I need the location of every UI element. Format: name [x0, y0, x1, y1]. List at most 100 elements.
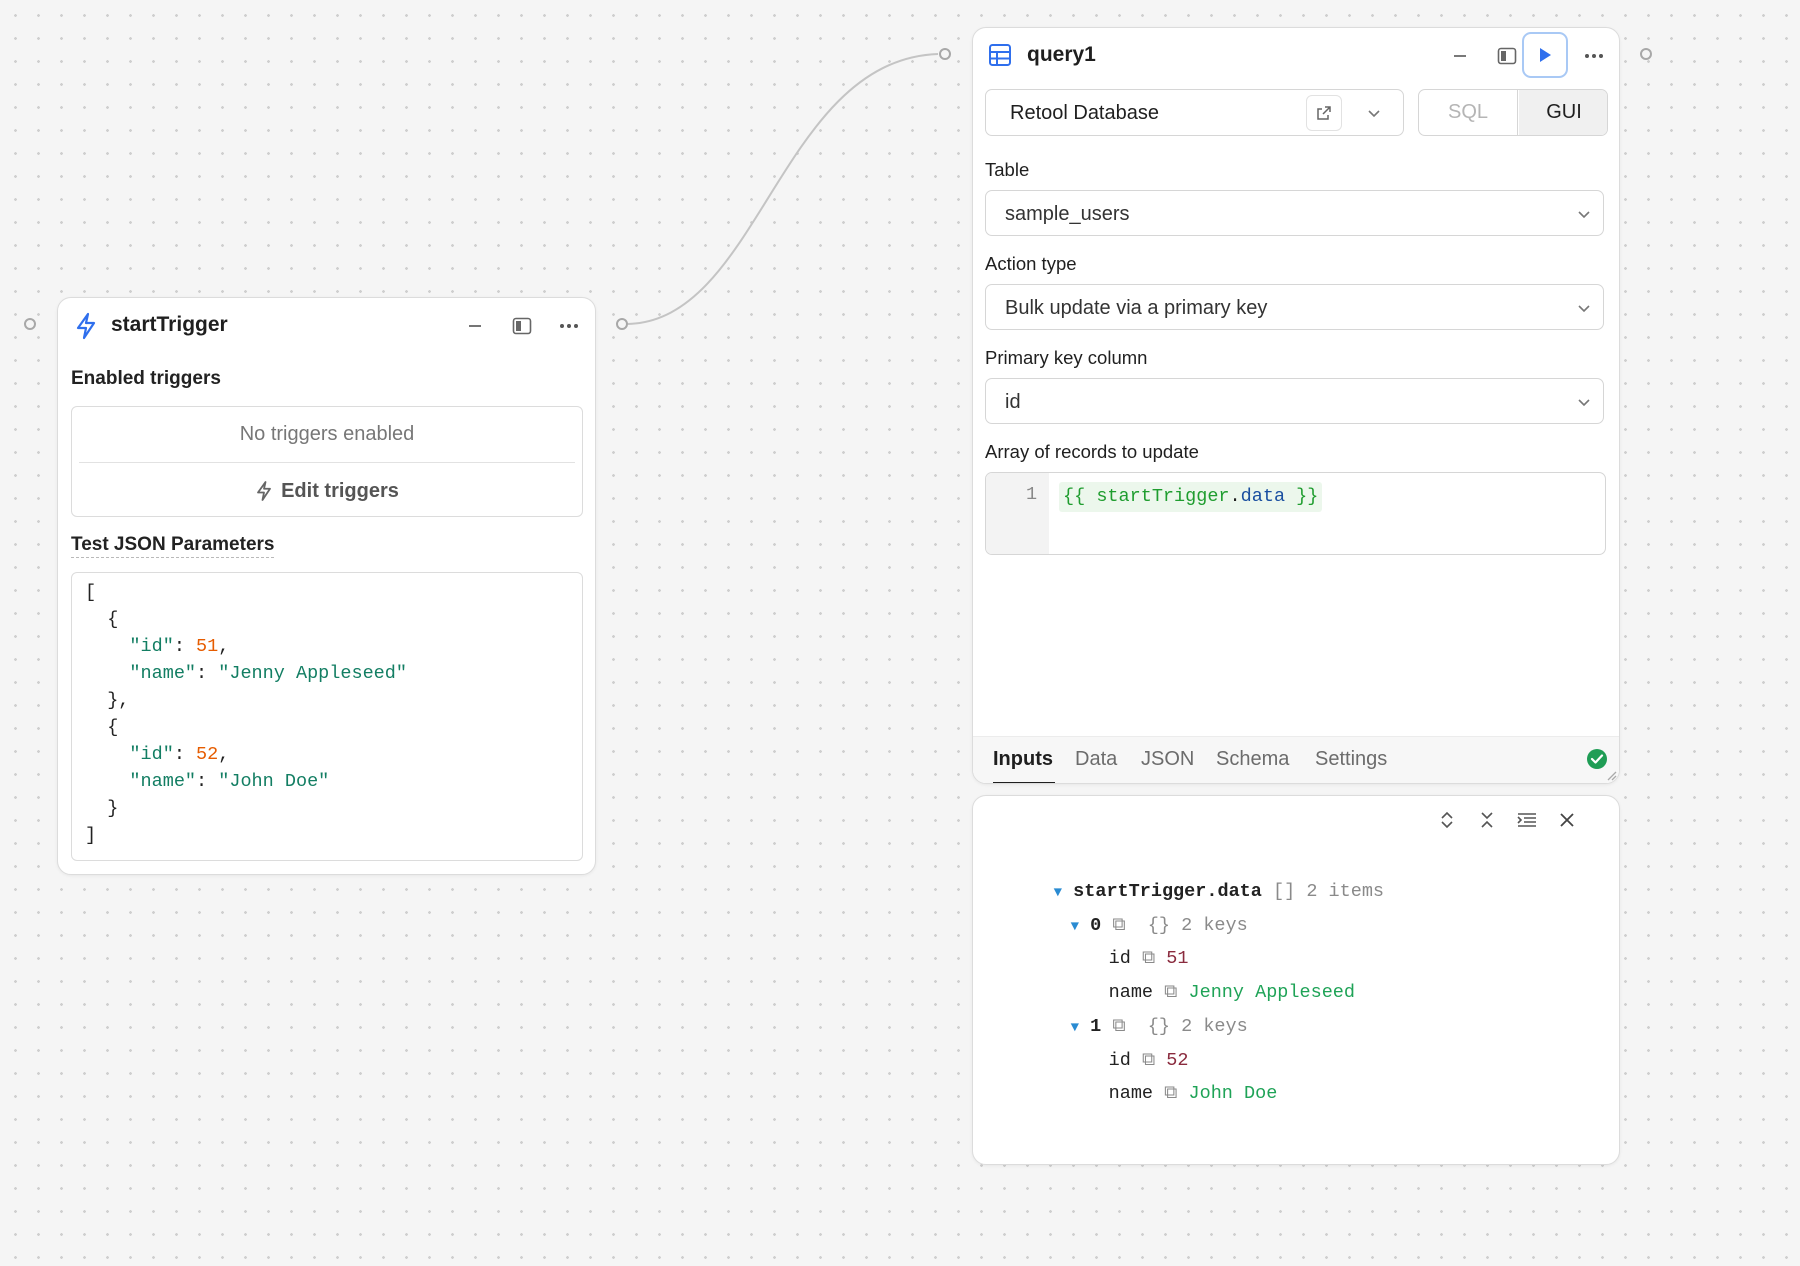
query-input-port[interactable] — [939, 48, 951, 60]
json-code-line: "id": 52, — [85, 741, 407, 768]
mode-gui-label: GUI — [1546, 101, 1582, 123]
json-token: ] — [85, 825, 97, 846]
edit-triggers-label: Edit triggers — [281, 479, 399, 502]
tree-item-row[interactable]: ▼ 0 ⧉ {} 2 keys — [1004, 887, 1248, 936]
line-gutter — [986, 473, 1049, 554]
table-icon — [988, 43, 1012, 72]
json-token: [ — [85, 582, 97, 603]
item-count: 2 keys — [1181, 915, 1248, 936]
toggle-panel-button[interactable] — [1491, 40, 1523, 72]
mode-gui-button[interactable]: GUI — [1519, 90, 1607, 135]
minimize-button[interactable] — [1444, 40, 1476, 72]
start-trigger-block[interactable]: startTrigger Enabled triggers No trigger… — [57, 297, 596, 875]
data-tree: ▼ startTrigger.data [] 2 items ▼ 0 ⧉ {} … — [973, 796, 1619, 1164]
mode-sql-button[interactable]: SQL — [1419, 90, 1518, 135]
root-type: [] — [1272, 881, 1296, 902]
primary-key-select[interactable]: id — [985, 378, 1604, 424]
json-code-line: "name": "John Doe" — [85, 768, 407, 795]
panel-icon — [1497, 47, 1517, 65]
enabled-triggers-label: Enabled triggers — [71, 368, 221, 389]
no-triggers-text: No triggers enabled — [239, 423, 415, 445]
json-token: 52 — [196, 744, 219, 765]
panel-icon — [512, 317, 532, 335]
play-icon — [1540, 48, 1551, 62]
json-code-line: { — [85, 714, 407, 741]
run-query-button[interactable] — [1522, 32, 1568, 78]
chevron-down-icon — [1368, 110, 1380, 118]
json-code-line: [ — [85, 579, 407, 606]
json-token: 51 — [196, 636, 219, 657]
json-token: "id" — [85, 744, 174, 765]
primary-key-value: id — [1005, 391, 1021, 413]
table-label: Table — [985, 159, 1030, 180]
block-title[interactable]: query1 — [1027, 43, 1096, 67]
trigger-output-port[interactable] — [616, 318, 628, 330]
root-count: 2 items — [1306, 881, 1385, 902]
resource-name: Retool Database — [1010, 102, 1159, 124]
leaf-value: John Doe — [1188, 1083, 1278, 1104]
tab-schema[interactable]: Schema — [1216, 748, 1289, 771]
inputs-inspector-panel: ▼ startTrigger.data [] 2 items ▼ 0 ⧉ {} … — [972, 795, 1620, 1165]
resize-handle-icon[interactable] — [1605, 769, 1617, 781]
json-token: "John Doe" — [218, 771, 330, 792]
mode-toggle: SQL GUI — [1418, 89, 1608, 136]
lightning-icon — [257, 481, 271, 501]
json-token: "name" — [85, 663, 197, 684]
chevron-down-icon — [1578, 305, 1590, 313]
json-code-line: "name": "Jenny Appleseed" — [85, 660, 407, 687]
tab-data[interactable]: Data — [1075, 748, 1117, 771]
chevron-down-icon — [1578, 399, 1590, 407]
minimize-button[interactable] — [459, 310, 491, 342]
query-output-port[interactable] — [1640, 48, 1652, 60]
more-options-button[interactable] — [1578, 40, 1610, 72]
tree-leaf-row[interactable]: id ⧉ 52 — [1042, 1022, 1189, 1071]
tree-leaf-row[interactable]: id ⧉ 51 — [1042, 920, 1189, 969]
records-editor[interactable]: 1 {{ startTrigger.data }} — [985, 472, 1606, 555]
table-select[interactable]: sample_users — [985, 190, 1604, 236]
test-json-editor[interactable]: [ { "id": 51, "name": "Jenny Appleseed" … — [71, 572, 583, 861]
tree-item-row[interactable]: ▼ 1 ⧉ {} 2 keys — [1004, 988, 1248, 1037]
action-type-select[interactable]: Bulk update via a primary key — [985, 284, 1604, 330]
json-code[interactable]: [ { "id": 51, "name": "Jenny Appleseed" … — [85, 579, 407, 849]
toggle-panel-button[interactable] — [506, 310, 538, 342]
json-token: }, — [85, 690, 130, 711]
brace-close: }} — [1285, 486, 1319, 507]
expression-object: startTrigger — [1096, 486, 1230, 507]
json-token: : — [196, 771, 219, 792]
json-token: { — [85, 717, 119, 738]
leaf-key: name — [1108, 1083, 1154, 1104]
external-link-icon — [1317, 106, 1331, 120]
json-token: : — [196, 663, 219, 684]
json-token: "Jenny Appleseed" — [218, 663, 407, 684]
minus-icon — [1454, 55, 1466, 57]
resource-selector[interactable]: Retool Database — [985, 89, 1404, 136]
ellipsis-icon — [1585, 54, 1603, 58]
json-token: } — [85, 798, 119, 819]
brace-open: {{ — [1063, 486, 1097, 507]
records-label: Array of records to update — [985, 441, 1199, 462]
json-code-line: }, — [85, 687, 407, 714]
line-number: 1 — [1026, 484, 1038, 505]
json-token: : — [173, 636, 197, 657]
ellipsis-icon — [560, 324, 578, 328]
tree-leaf-row[interactable]: name ⧉ Jenny Appleseed — [1042, 954, 1355, 1003]
trigger-input-port[interactable] — [24, 318, 36, 330]
edit-triggers-button[interactable]: Edit triggers — [72, 471, 582, 511]
tree-root-row[interactable]: ▼ startTrigger.data [] 2 items — [987, 853, 1384, 902]
copy-icon[interactable]: ⧉ — [1164, 1083, 1177, 1104]
open-resource-button[interactable] — [1306, 95, 1342, 131]
tab-settings[interactable]: Settings — [1315, 748, 1387, 771]
json-token: , — [218, 636, 230, 657]
block-title[interactable]: startTrigger — [111, 313, 228, 337]
template-expression[interactable]: {{ startTrigger.data }} — [1059, 482, 1323, 512]
tab-json[interactable]: JSON — [1141, 748, 1194, 771]
primary-key-label: Primary key column — [985, 347, 1148, 368]
item-count: 2 keys — [1181, 1016, 1248, 1037]
tree-leaf-row[interactable]: name ⧉ John Doe — [1042, 1055, 1278, 1104]
more-options-button[interactable] — [553, 310, 585, 342]
tab-inputs[interactable]: Inputs — [993, 748, 1053, 771]
query-block[interactable]: query1 Retool Database SQL GUI Table sam… — [972, 27, 1620, 784]
json-token: "id" — [85, 636, 174, 657]
json-code-line: { — [85, 606, 407, 633]
active-tab-underline — [993, 782, 1055, 783]
